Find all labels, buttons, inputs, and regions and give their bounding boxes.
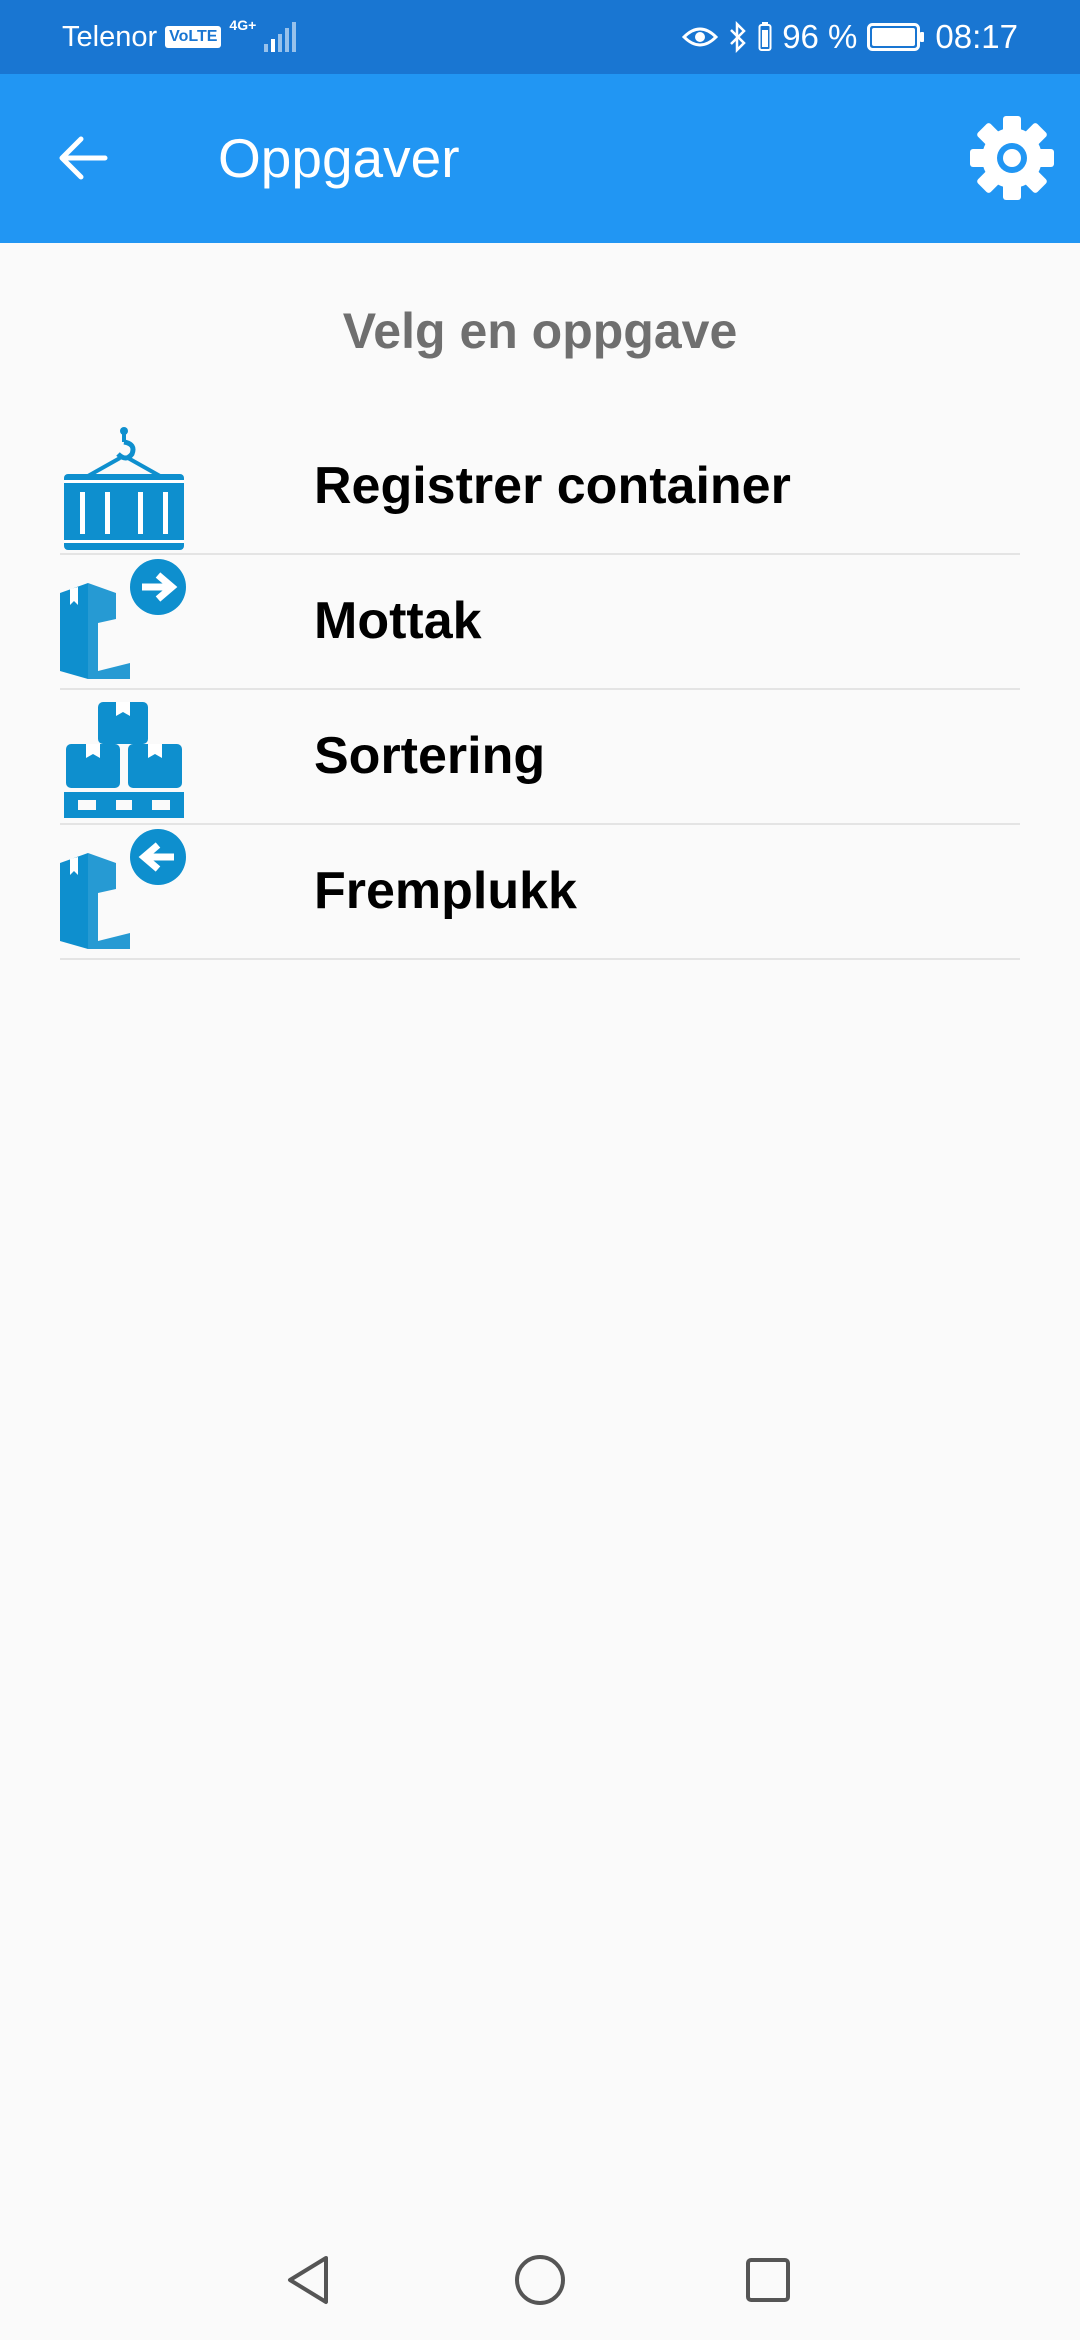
battery-saver-icon — [758, 22, 772, 51]
status-bar: Telenor VoLTE 4G+ 96 % 08:17 — [0, 0, 1080, 74]
task-item-sortering[interactable]: Sortering — [60, 690, 1020, 825]
volte-badge: VoLTE — [165, 26, 222, 48]
task-list: Registrer container Mottak Sortering Fre… — [60, 420, 1020, 960]
bluetooth-icon — [730, 21, 746, 53]
nav-recents-button[interactable] — [728, 2240, 808, 2320]
status-left: Telenor VoLTE 4G+ — [62, 0, 298, 74]
nav-back-button[interactable] — [268, 2240, 348, 2320]
carrier-name: Telenor — [62, 20, 158, 53]
task-label: Mottak — [314, 592, 482, 650]
back-button[interactable] — [42, 117, 124, 199]
nav-home-icon — [515, 2255, 565, 2305]
eye-icon — [682, 27, 719, 47]
task-label: Fremplukk — [314, 862, 577, 920]
task-item-mottak[interactable]: Mottak — [60, 555, 1020, 690]
battery-percent: 96 % — [782, 18, 858, 55]
battery-icon — [867, 23, 925, 51]
arrow-back-icon — [59, 136, 108, 180]
task-label: Registrer container — [314, 457, 791, 515]
section-heading: Velg en oppgave — [342, 303, 738, 359]
nav-home-button[interactable] — [500, 2240, 580, 2320]
clock: 08:17 — [935, 18, 1018, 55]
task-item-fremplukk[interactable]: Fremplukk — [60, 825, 1020, 960]
box-arrow-in-icon — [60, 559, 186, 679]
settings-button[interactable] — [966, 112, 1058, 204]
box-arrow-out-icon — [60, 829, 186, 949]
container-crane-icon — [64, 427, 184, 550]
pallet-boxes-icon — [64, 702, 184, 818]
page-title: Oppgaver — [218, 127, 460, 189]
signal-icon — [264, 22, 297, 52]
gear-icon — [970, 116, 1054, 200]
nav-back-icon — [288, 2256, 328, 2304]
network-type: 4G+ — [229, 17, 257, 33]
task-item-registrer-container[interactable]: Registrer container — [60, 420, 1020, 555]
task-label: Sortering — [314, 727, 546, 785]
app-bar: Oppgaver — [0, 74, 1080, 243]
nav-recents-icon — [746, 2258, 790, 2302]
system-nav-bar — [0, 2220, 1080, 2340]
status-right: 96 % 08:17 — [682, 0, 1018, 74]
